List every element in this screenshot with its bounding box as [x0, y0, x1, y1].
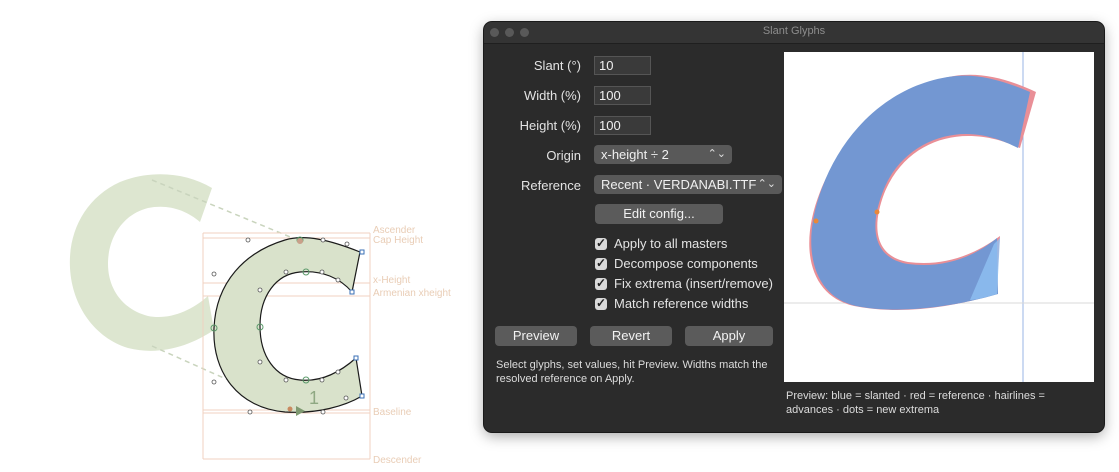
checkbox-label: Apply to all masters — [614, 236, 728, 251]
width-input[interactable]: 100 — [594, 86, 651, 105]
anchor-bottom — [287, 406, 293, 412]
popup-arrows-icon: ⌃⌄ — [757, 178, 776, 190]
slant-label: Slant (°) — [533, 58, 581, 73]
edit-config-button[interactable]: Edit config... — [595, 204, 723, 224]
preview-drawing — [784, 52, 1094, 382]
metric-label-baseline: Baseline — [373, 407, 412, 418]
anchor-top — [297, 238, 303, 244]
revert-button[interactable]: Revert — [590, 326, 672, 346]
checkbox-label: Decompose components — [614, 256, 758, 271]
apply-all-masters-checkbox[interactable]: Apply to all masters — [595, 235, 728, 252]
title-bar[interactable]: Slant Glyphs — [484, 22, 1104, 44]
origin-label: Origin — [546, 148, 581, 163]
checkbox-label: Match reference widths — [614, 296, 749, 311]
glyph-outline-c — [213, 237, 363, 413]
metric-label-descender: Descender — [373, 455, 422, 466]
origin-value: x-height ÷ 2 — [601, 147, 669, 162]
preview-caption: Preview: blue = slanted · red = referenc… — [786, 390, 1045, 416]
fix-extrema-checkbox[interactable]: Fix extrema (insert/remove) — [595, 275, 773, 292]
match-reference-widths-checkbox[interactable]: Match reference widths — [595, 295, 749, 312]
glyph-number-label: 1 — [309, 388, 320, 408]
reference-popup[interactable]: Recent · VERDANABI.TTF ⌃⌄ — [594, 175, 782, 194]
metric-label-cap-height: Cap Height — [373, 235, 424, 246]
decompose-components-checkbox[interactable]: Decompose components — [595, 255, 758, 272]
new-extrema-dot — [813, 218, 819, 224]
new-extrema-dot — [874, 209, 880, 215]
instructions-text: Select glyphs, set values, hit Preview. … — [496, 359, 768, 385]
metric-label-armenian-xheight: Armenian xheight — [373, 288, 451, 299]
origin-popup[interactable]: x-height ÷ 2 ⌃⌄ — [594, 145, 732, 164]
slant-input[interactable]: 10 — [594, 56, 651, 75]
checkbox-checked-icon — [595, 275, 607, 291]
apply-button[interactable]: Apply — [685, 326, 773, 346]
preview-pane — [784, 52, 1094, 382]
ghost-glyph-c — [69, 174, 214, 351]
metric-label-x-height: x-Height — [373, 275, 411, 286]
reference-value: Recent · VERDANABI.TTF — [601, 177, 757, 192]
height-label: Height (%) — [519, 118, 581, 133]
checkbox-checked-icon — [595, 255, 607, 271]
window-title: Slant Glyphs — [762, 25, 826, 37]
checkbox-checked-icon — [595, 295, 607, 311]
checkbox-checked-icon — [595, 235, 607, 251]
popup-arrows-icon: ⌃⌄ — [707, 148, 726, 160]
width-label: Width (%) — [523, 88, 581, 103]
preview-button[interactable]: Preview — [495, 326, 577, 346]
reference-label: Reference — [521, 178, 581, 193]
checkbox-label: Fix extrema (insert/remove) — [614, 276, 773, 291]
glyph-edit-canvas[interactable]: Ascender Cap Height x-Height Armenian xh… — [0, 0, 480, 472]
slant-glyphs-window: Slant Glyphs Slant (°) 10 Width (%) 100 … — [484, 22, 1104, 432]
height-input[interactable]: 100 — [594, 116, 651, 135]
